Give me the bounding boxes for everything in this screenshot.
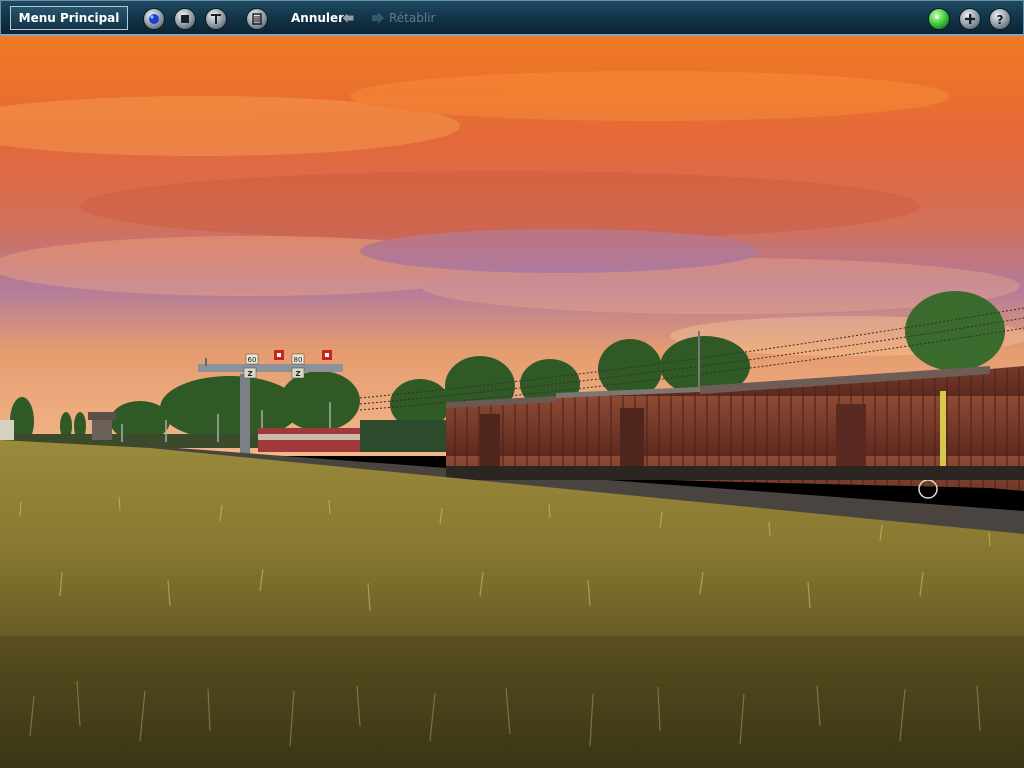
toolbar: Menu Principal Annuler Rétablir ? [0, 0, 1024, 36]
svg-text:?: ? [997, 13, 1004, 27]
green-light-icon[interactable] [928, 8, 950, 30]
distant-house [0, 420, 14, 440]
trash-icon[interactable] [246, 8, 268, 30]
speed-sign-left: 60 [248, 356, 257, 364]
tools-icon[interactable] [205, 8, 227, 30]
signal-letter-right: Z [295, 370, 300, 378]
undo-arrow-icon[interactable] [340, 10, 356, 26]
redo-label[interactable]: Rétablir [389, 11, 435, 25]
redo-arrow-icon[interactable] [370, 10, 386, 26]
help-icon[interactable]: ? [989, 8, 1011, 30]
water-tower [92, 418, 112, 440]
blue-orb-icon[interactable] [143, 8, 165, 30]
speed-sign-right: 80 [294, 356, 303, 364]
green-locomotive [360, 420, 446, 452]
stop-icon[interactable] [174, 8, 196, 30]
menu-principal-button[interactable]: Menu Principal [10, 6, 128, 30]
plus-icon[interactable] [959, 8, 981, 30]
undo-label[interactable]: Annuler [291, 11, 344, 25]
signal-letter-left: Z [247, 370, 252, 378]
game-viewport[interactable]: 60 80 Z Z [0, 36, 1024, 768]
